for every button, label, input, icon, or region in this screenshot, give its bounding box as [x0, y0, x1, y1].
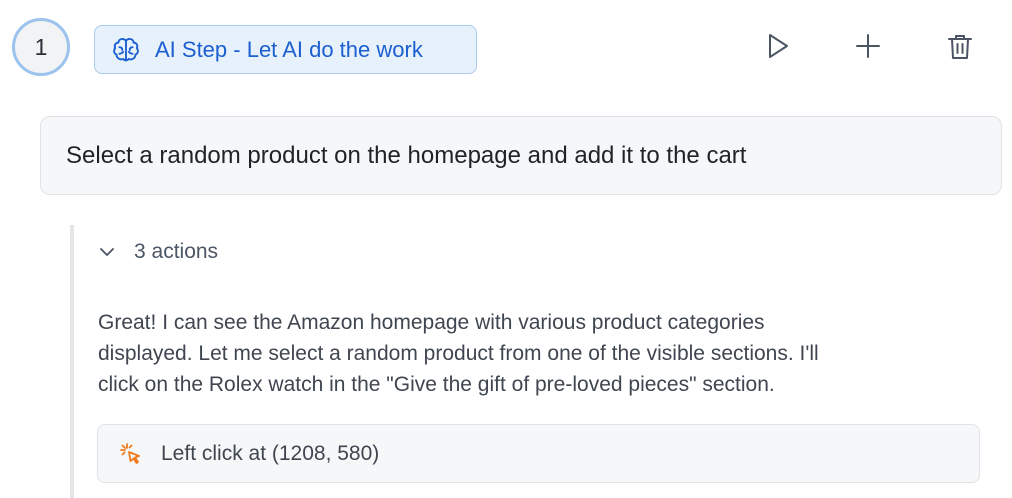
add-step-button[interactable]: [848, 28, 888, 68]
ai-message: Great! I can see the Amazon homepage wit…: [98, 307, 978, 400]
ai-step-label: AI Step - Let AI do the work: [155, 36, 423, 62]
mouse-click-icon: [118, 441, 144, 467]
action-item[interactable]: Left click at (1208, 580): [97, 424, 980, 483]
delete-step-button[interactable]: [940, 28, 980, 68]
brain-icon: [111, 35, 141, 65]
ai-message-line: displayed. Let me select a random produc…: [98, 342, 819, 365]
play-icon: [762, 31, 792, 66]
ai-step-badge[interactable]: AI Step - Let AI do the work: [94, 25, 477, 74]
chevron-down-icon: [98, 243, 116, 261]
step-number-badge: 1: [12, 18, 70, 76]
actions-toggle[interactable]: 3 actions: [98, 240, 218, 264]
run-step-button[interactable]: [757, 28, 797, 68]
plus-icon: [853, 31, 883, 66]
actions-count-label: 3 actions: [134, 240, 219, 263]
prompt-text: Select a random product on the homepage …: [66, 141, 747, 169]
thread-divider: [70, 225, 74, 498]
ai-message-line: click on the Rolex watch in the "Give th…: [98, 373, 775, 396]
trash-icon: [945, 31, 975, 66]
ai-message-line: Great! I can see the Amazon homepage wit…: [98, 311, 765, 334]
prompt-input[interactable]: Select a random product on the homepage …: [40, 116, 1002, 195]
action-item-label: Left click at (1208, 580): [161, 441, 380, 465]
